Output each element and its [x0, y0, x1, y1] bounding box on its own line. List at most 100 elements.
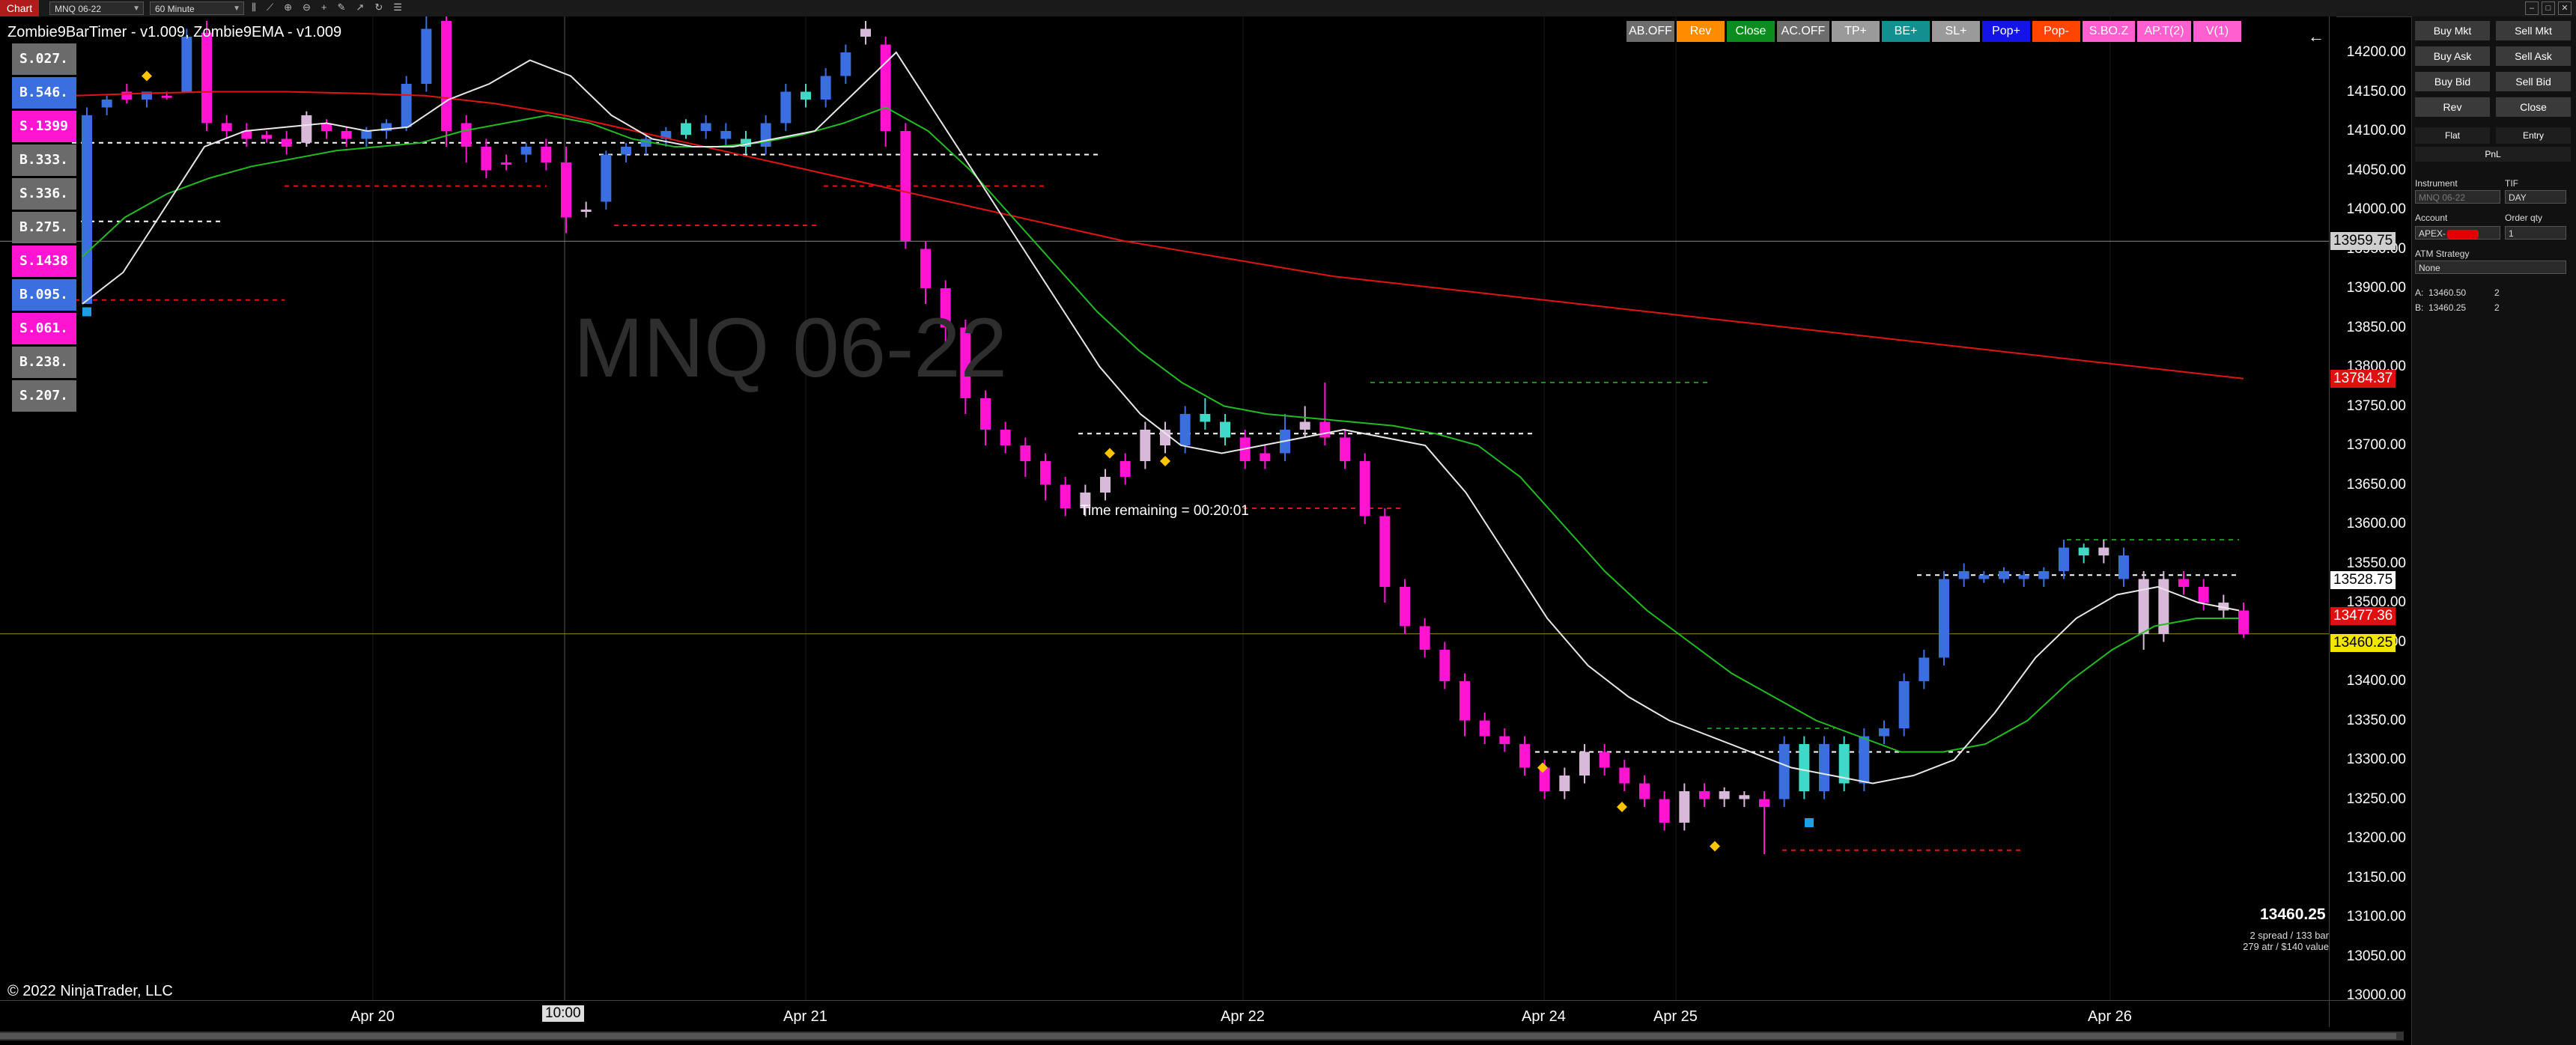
price-tag: 13784.37	[2330, 370, 2396, 389]
chart-button-be-[interactable]: BE+	[1882, 21, 1930, 42]
crosshair-icon[interactable]: +	[321, 1, 327, 15]
candle-body	[2059, 547, 2069, 571]
arrow-icon[interactable]: ↗	[356, 1, 364, 15]
bid-label: B:	[2415, 302, 2424, 313]
price-tick: 13650.00	[2346, 476, 2406, 493]
price-tick: 13050.00	[2346, 948, 2406, 964]
chart-button-tp-[interactable]: TP+	[1832, 21, 1880, 42]
signal-diamond	[1160, 456, 1170, 466]
candle-body	[1879, 728, 1889, 737]
atm-strategy-select[interactable]: None	[2415, 261, 2566, 274]
tif-select[interactable]: DAY	[2505, 190, 2566, 204]
bar-style-icon[interactable]: ⫼	[252, 1, 256, 15]
horizontal-scrollbar[interactable]	[0, 1032, 2404, 1041]
ask-label: A:	[2415, 287, 2424, 298]
bar-info: 2 spread / 133 bar 279 atr / $140 value	[2241, 930, 2329, 952]
candle-body	[1978, 575, 1990, 579]
refresh-icon[interactable]: ↻	[374, 1, 383, 15]
ladder-cell: S.336.	[12, 178, 76, 210]
candle-body	[361, 131, 372, 139]
maximize-icon[interactable]: □	[2542, 1, 2555, 15]
candle-body	[1140, 430, 1151, 461]
date-label: Apr 26	[2088, 1008, 2132, 1025]
drawing-icon[interactable]: ✎	[338, 1, 346, 15]
chart-button-ap-t-2-[interactable]: AP.T(2)	[2137, 21, 2191, 42]
candle-body	[2238, 610, 2249, 634]
minimize-icon[interactable]: –	[2525, 1, 2539, 15]
candle-body	[1060, 484, 1071, 508]
price-tick: 13900.00	[2346, 280, 2406, 296]
candle-body	[1919, 657, 1930, 681]
close-position-button[interactable]: Close	[2496, 97, 2571, 117]
candle-body	[261, 135, 272, 139]
ladder-cell: B.275.	[12, 212, 76, 243]
sell-ask-button[interactable]: Sell Ask	[2496, 46, 2571, 66]
properties-icon[interactable]: ☰	[393, 1, 402, 15]
chart-button-s-bo-z[interactable]: S.BO.Z	[2083, 21, 2135, 42]
instrument-label: Instrument	[2415, 178, 2458, 189]
candle-body	[1319, 421, 1331, 438]
candle-body	[1379, 516, 1391, 587]
candle-body	[1559, 776, 1570, 791]
price-tick: 14150.00	[2346, 83, 2406, 100]
candle-body	[681, 123, 691, 135]
buy-bid-button[interactable]: Buy Bid	[2415, 72, 2490, 91]
instrument-field[interactable]: MNQ 06-22	[2415, 190, 2500, 204]
price-tick: 13150.00	[2346, 869, 2406, 886]
chart-button-ab-off[interactable]: AB.OFF	[1626, 21, 1674, 42]
chart-button-sl-[interactable]: SL+	[1932, 21, 1980, 42]
chart-button-pop-[interactable]: Pop+	[1982, 21, 2030, 42]
price-axis[interactable]: 14200.00 14150.00 14100.00 14050.00 14000.00…	[2329, 16, 2412, 1027]
magnify-icon[interactable]: ⊖	[303, 1, 311, 15]
atr-info: 279 atr / $140 value	[2243, 941, 2329, 952]
chart-button-close[interactable]: Close	[1727, 21, 1775, 42]
chart-button-v-1-[interactable]: V(1)	[2193, 21, 2241, 42]
atm-strategy-label: ATM Strategy	[2415, 249, 2470, 259]
candle-body	[121, 91, 133, 100]
sell-bid-button[interactable]: Sell Bid	[2496, 72, 2571, 91]
ema-fast-line	[82, 51, 2240, 784]
chart-button-pop-[interactable]: Pop-	[2032, 21, 2080, 42]
chart-button-rev[interactable]: Rev	[1677, 21, 1725, 42]
candle-body	[1679, 791, 1690, 823]
order-qty-stepper[interactable]: 1	[2505, 226, 2566, 240]
sell-mkt-button[interactable]: Sell Mkt	[2496, 21, 2571, 40]
indicators-icon[interactable]: ⟋	[267, 1, 273, 15]
chart-plot-area[interactable]	[0, 16, 2336, 1027]
signal-diamond	[1617, 802, 1627, 812]
ladder-cell: S.1438	[12, 246, 76, 277]
price-tick: 13750.00	[2346, 397, 2406, 414]
candle-body	[1179, 414, 1191, 445]
candle-body	[441, 21, 452, 131]
instrument-select-value: MNQ 06-22	[55, 4, 102, 14]
price-chart	[0, 16, 2329, 1000]
candle-body	[421, 28, 432, 84]
zoom-icon[interactable]: ⊕	[284, 1, 292, 15]
interval-select[interactable]: 60 Minute ▼	[150, 1, 244, 15]
account-select[interactable]: APEX-	[2415, 226, 2500, 240]
scrollbar-thumb[interactable]	[0, 1033, 2396, 1039]
date-label: Apr 25	[1653, 1008, 1698, 1025]
date-label: Apr 22	[1221, 1008, 1265, 1025]
candle-body	[1419, 626, 1430, 650]
buy-mkt-button[interactable]: Buy Mkt	[2415, 21, 2490, 40]
candle-body	[1639, 783, 1650, 799]
chart-trader-panel: Buy Mkt Sell Mkt Buy Ask Sell Ask Buy Bi…	[2411, 16, 2576, 1045]
candle-body	[720, 131, 732, 139]
price-tick: 13850.00	[2346, 319, 2406, 335]
candle-body	[221, 123, 232, 131]
candle-body	[1519, 744, 1530, 768]
candle-body	[161, 95, 172, 98]
instrument-select[interactable]: MNQ 06-22 ▼	[49, 1, 144, 15]
candle-body	[1160, 430, 1170, 445]
chart-tab[interactable]: Chart	[0, 0, 39, 16]
time-axis[interactable]: Apr 20 Apr 21 Apr 22 Apr 24 Apr 25 Apr 26	[0, 1000, 2404, 1028]
candle-body	[1939, 579, 1949, 658]
chart-button-ac-off[interactable]: AC.OFF	[1777, 21, 1829, 42]
reverse-button[interactable]: Rev	[2415, 97, 2490, 117]
price-tick: 13250.00	[2346, 790, 2406, 807]
buy-ask-button[interactable]: Buy Ask	[2415, 46, 2490, 66]
back-arrow-icon[interactable]: ←	[2308, 27, 2324, 46]
ask-size: 2	[2494, 287, 2500, 298]
close-icon[interactable]: ✕	[2558, 1, 2572, 15]
